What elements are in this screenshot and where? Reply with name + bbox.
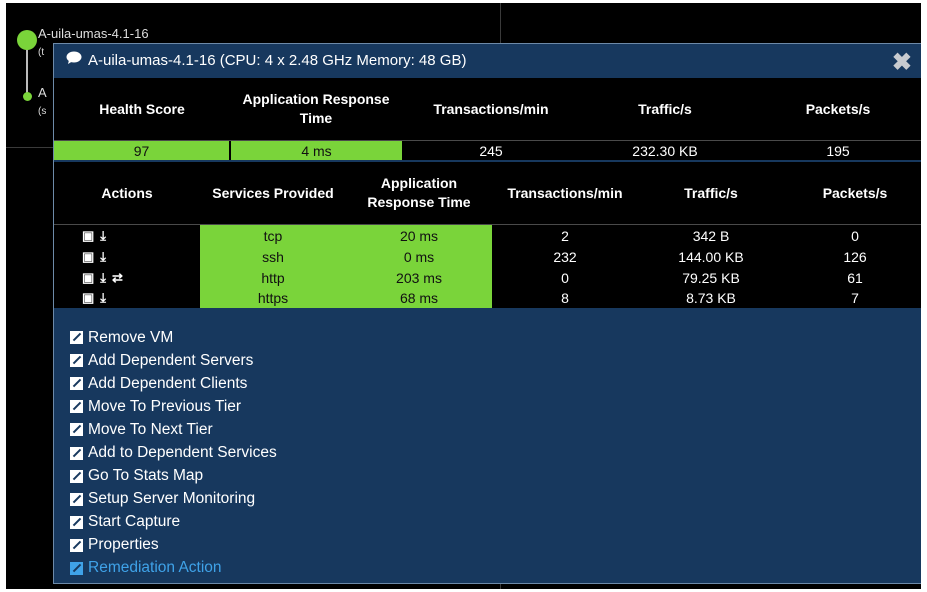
menu-label: Setup Server Monitoring [88, 490, 256, 508]
packets-value: 195 [826, 142, 850, 159]
header-packets: Packets/s [822, 184, 888, 201]
menu-remediation-action[interactable]: Remediation Action [70, 557, 277, 580]
node-sublabel: (t [38, 47, 45, 58]
header-health-score: Health Score [99, 100, 185, 117]
swap-arrows-icon[interactable]: ⇄ [112, 270, 123, 286]
service-tpm: 232 [553, 248, 577, 265]
service-name[interactable]: https [200, 288, 346, 308]
menu-label: Properties [88, 536, 159, 554]
action-menu: Remove VM Add Dependent Servers Add Depe… [70, 326, 277, 580]
menu-label: Move To Previous Tier [88, 397, 242, 415]
service-packets: 126 [843, 248, 867, 265]
external-link-icon [70, 561, 83, 575]
external-link-icon [70, 400, 83, 414]
header-traffic: Traffic/s [638, 100, 692, 117]
service-traffic: 342 B [692, 227, 730, 244]
header-traffic: Traffic/s [684, 184, 738, 201]
external-link-icon [70, 538, 83, 552]
service-packets: 7 [851, 290, 859, 306]
menu-add-dependent-servers[interactable]: Add Dependent Servers [70, 349, 277, 372]
service-name[interactable]: http [200, 267, 346, 288]
menu-remove-vm[interactable]: Remove VM [70, 326, 277, 349]
header-actions: Actions [101, 184, 153, 201]
external-link-icon [70, 377, 83, 391]
menu-label: Move To Next Tier [88, 420, 213, 438]
menu-label: Add Dependent Clients [88, 374, 248, 392]
transactions-value: 245 [479, 142, 503, 159]
service-name[interactable]: tcp [200, 225, 346, 246]
capture-icon[interactable]: ▣ [82, 249, 94, 265]
service-tpm: 8 [561, 290, 569, 306]
menu-add-dependent-services[interactable]: Add to Dependent Services [70, 441, 277, 464]
menu-label: Go To Stats Map [88, 467, 204, 485]
node-sublabel: (s [38, 106, 47, 117]
service-traffic: 79.25 KB [682, 269, 740, 286]
download-icon[interactable]: ⤓ [100, 270, 106, 286]
node-label[interactable]: A-uila-umas-4.1-16 [38, 26, 149, 41]
node-connector [26, 43, 28, 95]
external-link-icon [70, 492, 83, 506]
topology-canvas[interactable]: A-uila-umas-4.1-16 (t A (s A-uila-umas-4… [6, 3, 921, 589]
popup-title: A-uila-umas-4.1-16 (CPU: 4 x 2.48 GHz Me… [88, 52, 467, 69]
node-popup: A-uila-umas-4.1-16 (CPU: 4 x 2.48 GHz Me… [53, 43, 921, 584]
header-transactions: Transactions/min [433, 100, 549, 117]
download-icon[interactable]: ⤓ [100, 249, 106, 265]
menu-start-capture[interactable]: Start Capture [70, 511, 277, 534]
health-score-value: 97 [54, 141, 229, 160]
menu-label: Add to Dependent Services [88, 444, 277, 462]
capture-icon[interactable]: ▣ [82, 228, 94, 244]
external-link-icon [70, 515, 83, 529]
service-tpm: 2 [561, 227, 569, 244]
external-link-icon [70, 354, 83, 368]
service-tpm: 0 [561, 269, 569, 286]
service-response: 68 ms [346, 288, 492, 308]
download-icon[interactable]: ⤓ [100, 290, 106, 306]
menu-go-to-stats-map[interactable]: Go To Stats Map [70, 465, 277, 488]
menu-setup-server-monitoring[interactable]: Setup Server Monitoring [70, 488, 277, 511]
external-link-icon [70, 446, 83, 460]
header-packets: Packets/s [805, 100, 871, 117]
capture-icon[interactable]: ▣ [82, 270, 94, 286]
menu-move-previous-tier[interactable]: Move To Previous Tier [70, 395, 277, 418]
menu-label: Remediation Action [88, 559, 222, 577]
download-icon[interactable]: ⤓ [100, 228, 106, 244]
menu-add-dependent-clients[interactable]: Add Dependent Clients [70, 372, 277, 395]
menu-move-next-tier[interactable]: Move To Next Tier [70, 418, 277, 441]
header-app-response: Application Response Time [242, 91, 390, 126]
capture-icon[interactable]: ▣ [82, 290, 94, 306]
close-icon[interactable]: ✖ [892, 48, 912, 77]
node-dot-large[interactable] [17, 30, 37, 50]
header-transactions: Transactions/min [507, 184, 623, 201]
menu-label: Remove VM [88, 328, 174, 346]
service-response: 203 ms [346, 267, 492, 288]
menu-properties[interactable]: Properties [70, 534, 277, 557]
node-label[interactable]: A [38, 85, 47, 100]
service-traffic: 144.00 KB [678, 248, 744, 265]
traffic-value: 232.30 KB [632, 142, 698, 159]
external-link-icon [70, 331, 83, 345]
external-link-icon [70, 423, 83, 437]
service-response: 0 ms [346, 246, 492, 267]
service-name[interactable]: ssh [200, 246, 346, 267]
popup-titlebar: A-uila-umas-4.1-16 (CPU: 4 x 2.48 GHz Me… [54, 44, 921, 78]
service-packets: 61 [847, 269, 863, 286]
header-services: Services Provided [212, 184, 334, 201]
row-actions: ▣ ⤓ [54, 246, 200, 267]
header-app-response: Application Response Time [367, 175, 471, 210]
node-dot-small[interactable] [23, 92, 32, 101]
menu-label: Start Capture [88, 513, 181, 531]
service-packets: 0 [851, 227, 859, 244]
row-actions: ▣ ⤓ [54, 225, 200, 246]
external-link-icon [70, 469, 83, 483]
service-response: 20 ms [346, 225, 492, 246]
row-actions: ▣ ⤓ ⇄ [54, 267, 200, 288]
services-table: Actions Services Provided Application Re… [54, 162, 921, 308]
menu-label: Add Dependent Servers [88, 351, 254, 369]
response-time-value: 4 ms [231, 141, 402, 160]
speech-bubble-icon [66, 51, 82, 68]
service-traffic: 8.73 KB [686, 290, 736, 306]
row-actions: ▣ ⤓ [54, 288, 200, 308]
summary-table: Health Score Application Response Time T… [54, 78, 921, 160]
